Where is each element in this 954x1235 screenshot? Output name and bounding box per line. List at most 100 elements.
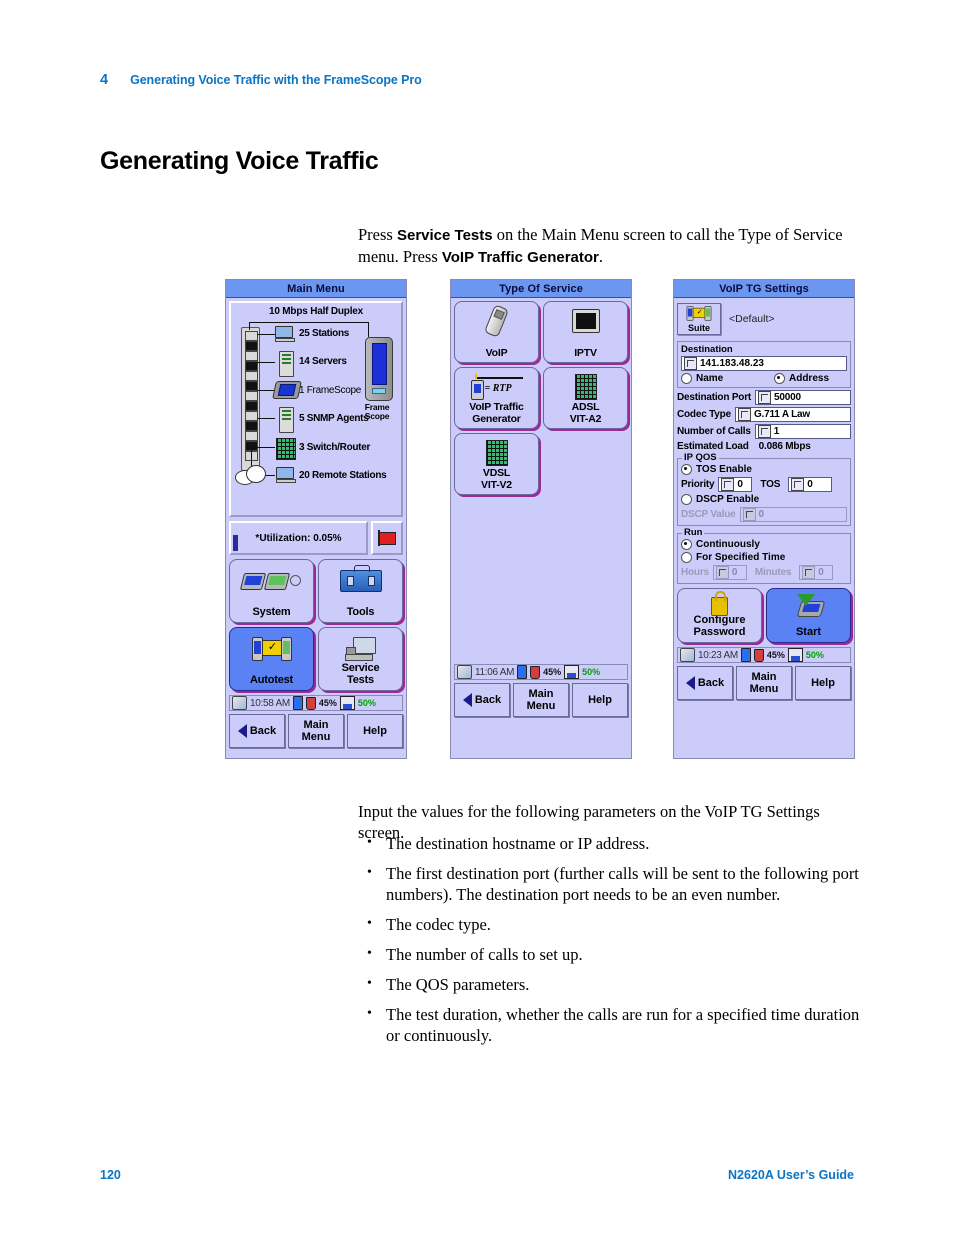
radio-address-label: Address [788, 373, 829, 384]
rtp-icon-text: = RTP [484, 383, 512, 394]
page-title: Generating Voice Traffic [100, 147, 379, 175]
radio-dscp-enable[interactable] [681, 494, 692, 505]
intro-paragraph: Press Service Tests on the Main Menu scr… [358, 224, 858, 268]
tos-input[interactable]: 0 [788, 477, 833, 492]
minutes-label: Minutes [754, 567, 792, 578]
tile-label-vtg-line2: Generator [472, 413, 521, 425]
codec-type-input[interactable]: G.711 A Law [734, 407, 851, 422]
radio-address[interactable] [773, 373, 785, 384]
dscp-value-input[interactable]: 0 [739, 507, 847, 522]
radio-tos-enable[interactable] [681, 464, 692, 475]
estimated-load-row: Estimated Load 0.086 Mbps [677, 441, 851, 452]
tile-service-tests[interactable]: Service Tests [318, 627, 403, 691]
number-of-calls-input[interactable]: 1 [754, 424, 851, 439]
chapter-header: 4 Generating Voice Traffic with the Fram… [100, 72, 422, 88]
estimated-load-label: Estimated Load [677, 441, 749, 452]
continuously-row: Continuously [681, 539, 847, 550]
dscp-enable-row: DSCP Enable [681, 494, 847, 505]
help-button[interactable]: Help [572, 683, 628, 717]
destination-address-value: 141.183.48.23 [700, 358, 764, 369]
compact-flash-icon [564, 665, 580, 679]
ip-qos-group: IP QOS TOS Enable Priority 0 TOS 0 DSCP … [677, 452, 851, 526]
tile-vdsl[interactable]: VDSL VIT-V2 [454, 433, 539, 495]
tile-system[interactable]: System [229, 559, 314, 623]
tile-label-system: System [252, 606, 291, 618]
edit-icon [737, 408, 751, 421]
tile-label-iptv: IPTV [574, 347, 597, 359]
help-button[interactable]: Help [795, 666, 851, 700]
tile-voip[interactable]: VoIP [454, 301, 539, 363]
alert-flag-button[interactable] [371, 521, 403, 555]
destination-port-row: Destination Port 50000 [677, 390, 851, 405]
back-button[interactable]: Back [454, 683, 510, 717]
start-icon [767, 593, 850, 619]
tile-voip-traffic-generator[interactable]: = RTP VoIP Traffic Generator [454, 367, 539, 429]
back-arrow-icon [237, 724, 247, 738]
tile-tools[interactable]: Tools [318, 559, 403, 623]
framescope-caption-line2: Scope [364, 411, 390, 421]
battery-icon [517, 665, 528, 679]
help-button[interactable]: Help [347, 714, 403, 748]
edit-icon [802, 566, 816, 579]
battery-icon [740, 648, 751, 662]
radio-specified-time[interactable] [681, 552, 692, 563]
tile-label-vtg-line1: VoIP Traffic [469, 401, 524, 413]
destination-address-input[interactable]: 141.183.48.23 [681, 356, 847, 371]
utilization-readout: *Utilization: 0.05% [229, 521, 368, 555]
list-item: The test duration, whether the calls are… [358, 1003, 868, 1046]
empty-screen-area [454, 495, 628, 660]
continuously-label: Continuously [696, 539, 760, 550]
tile-label-autotest: Autotest [249, 674, 293, 686]
back-button[interactable]: Back [229, 714, 285, 748]
footer-guide-name: N2620A User’s Guide [728, 1168, 854, 1182]
destination-mode-radios: Name Address [681, 373, 847, 384]
main-menu-label-line2: Menu [526, 700, 556, 712]
suite-button[interactable]: ✓ Suite [677, 303, 721, 335]
start-button[interactable]: Start [766, 588, 851, 643]
utilization-bar [233, 535, 238, 551]
main-menu-button[interactable]: Main Menu [288, 714, 344, 748]
chapter-title: Generating Voice Traffic with the FrameS… [130, 73, 422, 87]
codec-type-row: Codec Type G.711 A Law [677, 407, 851, 422]
back-button[interactable]: Back [677, 666, 733, 700]
tile-grid-empty-cell [543, 433, 628, 495]
suite-selected-value: <Default> [729, 313, 775, 325]
server-icon-servers [279, 351, 294, 377]
status-time: 10:23 AM [698, 649, 738, 661]
pc-icon-remote-stations [276, 467, 296, 483]
tile-label-service-tests: Service Tests [342, 662, 380, 686]
action-button-row: Configure Password Start [677, 588, 851, 643]
list-item: The number of calls to set up. [358, 943, 868, 965]
tile-iptv[interactable]: IPTV [543, 301, 628, 363]
main-menu-label-line1: Main [751, 671, 777, 683]
configure-password-button[interactable]: Configure Password [677, 588, 762, 643]
status-bar-type-of-service: 11:06 AM 45% 50% [454, 664, 628, 680]
tos-enable-label: TOS Enable [696, 464, 752, 475]
battery-percent: 45% [543, 667, 562, 677]
destination-port-input[interactable]: 50000 [755, 390, 851, 405]
back-button-label: Back [697, 677, 725, 689]
tile-label-tools: Tools [346, 606, 375, 618]
edit-icon [684, 357, 697, 370]
edit-icon [742, 508, 756, 521]
list-item: The first destination port (further call… [358, 862, 868, 905]
main-menu-button[interactable]: Main Menu [513, 683, 569, 717]
tile-label-adsl-line1: ADSL [571, 401, 600, 413]
main-menu-button[interactable]: Main Menu [736, 666, 792, 700]
help-button-label: Help [363, 725, 387, 737]
radio-continuously[interactable] [681, 539, 692, 550]
edit-icon [715, 566, 729, 579]
number-of-calls-row: Number of Calls 1 [677, 424, 851, 439]
tile-label-vdsl: VDSL VIT-V2 [481, 467, 512, 491]
dscp-value-row: DSCP Value 0 [681, 507, 847, 522]
tile-adsl[interactable]: ADSL VIT-A2 [543, 367, 628, 429]
autotest-icon: ✓ [230, 634, 313, 664]
tile-autotest[interactable]: ✓ Autotest [229, 627, 314, 691]
hours-input[interactable]: 0 [712, 565, 747, 580]
minutes-input[interactable]: 0 [799, 565, 834, 580]
radio-name[interactable] [681, 373, 692, 384]
service-tests-emphasis: Service Tests [396, 226, 493, 244]
main-menu-button-label: Main Menu [527, 688, 556, 712]
priority-input[interactable]: 0 [718, 477, 753, 492]
codec-type-label: Codec Type [677, 409, 731, 420]
